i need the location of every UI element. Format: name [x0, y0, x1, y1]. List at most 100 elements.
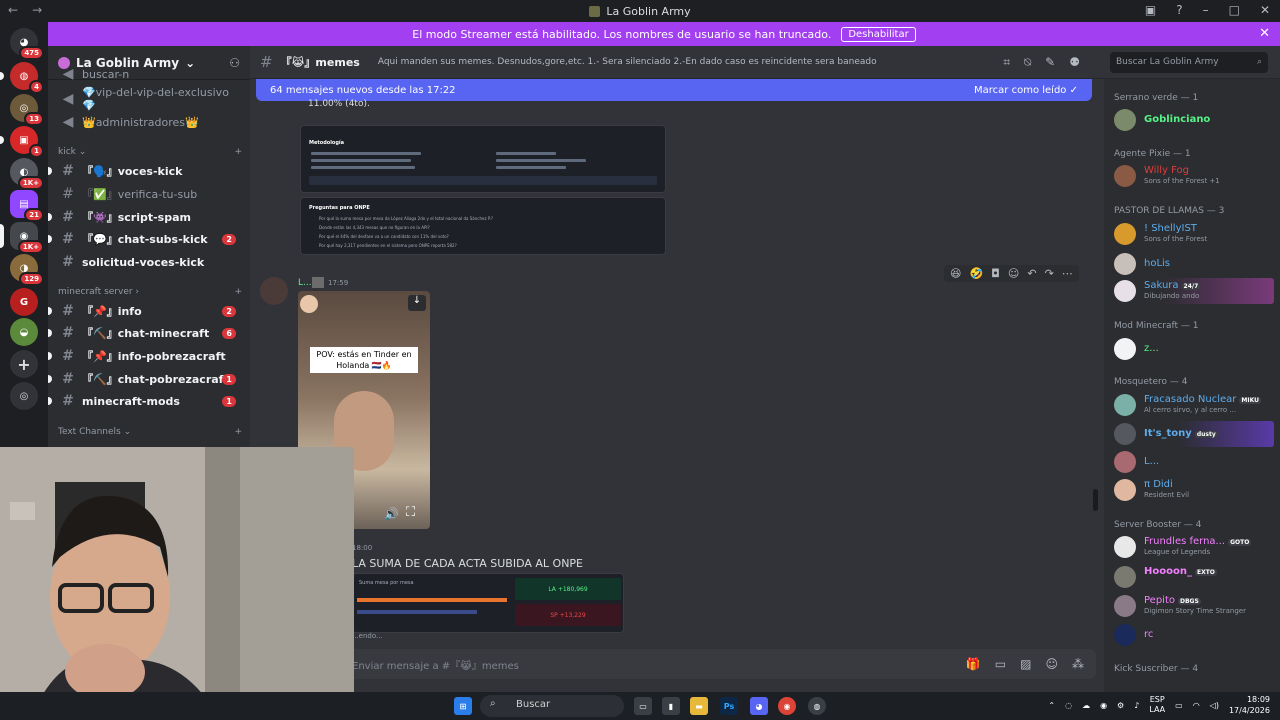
category-text-channels[interactable]: Text Channels ⌄ + [58, 427, 242, 437]
chrome-icon[interactable]: ◉ [778, 697, 796, 715]
task-view-icon[interactable]: ▭ [634, 697, 652, 715]
maximize-icon[interactable]: □ [1229, 3, 1240, 17]
apps-icon[interactable]: ⁂ [1072, 657, 1084, 671]
minimize-icon[interactable]: – [1203, 3, 1209, 17]
questions-card[interactable]: Preguntas para ONPE Por qué la suma mesa… [300, 197, 666, 255]
taskbar-search[interactable]: ⌕ Buscar [480, 695, 624, 717]
server-icon[interactable]: ◎ 13 [10, 94, 44, 126]
microphone-icon[interactable]: ♪ [1134, 701, 1139, 710]
member-item[interactable]: It's_tony dusty [1114, 421, 1274, 447]
channel-item[interactable]: # 『📌』info-pobrezacraft [48, 345, 242, 367]
category-kick[interactable]: kick ⌄ + [58, 147, 242, 157]
add-channel-icon[interactable]: + [234, 287, 242, 297]
tray-icon[interactable]: ◌ [1065, 701, 1072, 710]
member-item[interactable]: Fracasado Nuclear MIKU Al cerro sirvo, y a… [1114, 392, 1274, 418]
member-item[interactable]: z... [1114, 336, 1274, 362]
sticker-icon[interactable]: ▨ [1020, 657, 1031, 671]
network-icon[interactable]: ▭ [1175, 701, 1183, 710]
channel-item[interactable]: # 『✅』verifica-tu-sub [56, 183, 242, 205]
discord-taskbar-icon[interactable]: ◕ [750, 697, 768, 715]
scrollbar-thumb[interactable] [1093, 489, 1098, 511]
member-item[interactable]: rc [1114, 622, 1274, 648]
reply-icon[interactable]: ↶ [1027, 267, 1036, 280]
volume-icon[interactable]: ◁) [1210, 701, 1219, 710]
tray-icon[interactable]: ⚙ [1117, 701, 1124, 710]
channel-item[interactable]: # solicitud-voces-kick [56, 251, 242, 273]
channel-item[interactable]: # minecraft-mods 1 [48, 390, 242, 412]
emoji-icon[interactable]: ☺ [1045, 657, 1058, 671]
help-icon[interactable]: ? [1176, 3, 1182, 17]
member-item[interactable]: Pepito DBGS Digimon Story Time Stranger [1114, 593, 1274, 619]
reaction-emoji-icon[interactable]: 🤣 [969, 267, 983, 280]
member-item[interactable]: Goblinciano [1114, 107, 1274, 133]
language-indicator[interactable]: ESP LAA [1149, 695, 1165, 715]
download-icon[interactable]: ↓ [408, 295, 426, 311]
fullscreen-icon[interactable]: ⛶ [406, 505, 415, 520]
search-input[interactable]: Buscar La Goblin Army ⌕ [1110, 52, 1268, 73]
twitch-server-icon[interactable]: ▤ 21 [10, 190, 44, 222]
tray-icon[interactable]: ◉ [1100, 701, 1107, 710]
add-reaction-icon[interactable]: ☺ [1008, 267, 1019, 280]
server-icon[interactable]: ◍ 4 [0, 62, 44, 94]
message-input[interactable]: Enviar mensaje a #『😹』memes 🎁 ▭ ▨ ☺ ⁂ [260, 649, 1096, 679]
back-arrow-icon[interactable]: ← [8, 3, 18, 17]
member-item[interactable]: Willy Fog Sons of the Forest +1 [1114, 163, 1274, 189]
member-item[interactable]: hoLis [1114, 251, 1274, 277]
file-explorer-icon[interactable]: ▬ [690, 697, 708, 715]
channel-item[interactable]: # 『💬』chat-subs-kick 2 [48, 228, 242, 250]
app-icon[interactable]: ▮ [662, 697, 680, 715]
disable-streamer-button[interactable]: Deshabilitar [841, 26, 916, 42]
dm-home-icon[interactable]: ◕ 475 [10, 28, 44, 60]
member-item[interactable]: Hoooon_ EXTO [1114, 564, 1274, 590]
avatar[interactable] [260, 277, 288, 305]
server-icon[interactable]: G [10, 288, 38, 316]
threads-icon[interactable]: ⌗ [1003, 55, 1010, 70]
channel-item[interactable]: # 『🗣️』voces-kick [48, 160, 242, 182]
close-window-icon[interactable]: ✕ [1260, 3, 1270, 17]
close-banner-icon[interactable]: ✕ [1259, 26, 1270, 41]
channel-item[interactable]: ◀ buscar-n [56, 68, 242, 80]
mute-bell-icon[interactable]: ⍉ [1024, 55, 1031, 70]
channel-item[interactable]: ◀ 👑administradores👑 [56, 111, 242, 133]
member-item[interactable]: Sakura 24/7 Dibujando ando [1114, 278, 1274, 304]
member-item[interactable]: L... [1114, 449, 1274, 475]
mark-read-button[interactable]: Marcar como leído ✓ [974, 85, 1078, 96]
channel-item[interactable]: ◀ 💎vip-del-vip-del-exclusivo💎 [56, 86, 242, 112]
inbox-icon[interactable]: ▣ [1145, 3, 1156, 17]
gif-icon[interactable]: ▭ [995, 657, 1006, 671]
add-server-icon[interactable]: + [10, 350, 38, 378]
gift-icon[interactable]: 🎁 [966, 657, 981, 671]
add-channel-icon[interactable]: + [234, 427, 242, 437]
message-author[interactable]: L... [298, 278, 312, 288]
clock[interactable]: 18:09 17/4/2026 [1229, 694, 1270, 716]
server-icon[interactable]: ◐ 1K+ [10, 158, 44, 190]
member-item[interactable]: Frundles ferna... GOTO League of Legends [1114, 534, 1274, 560]
add-channel-icon[interactable]: + [234, 147, 242, 157]
chevron-up-icon[interactable]: ⌃ [1048, 701, 1055, 710]
channel-item[interactable]: # 『👾』script-spam [48, 206, 242, 228]
windows-start-icon[interactable]: ⊞ [454, 697, 472, 715]
methodology-card[interactable]: Metodología [300, 125, 666, 193]
discover-icon[interactable]: ◎ [10, 382, 38, 410]
server-icon[interactable]: ◒ [10, 318, 38, 346]
forward-icon[interactable]: ↷ [1045, 267, 1054, 280]
category-minecraft[interactable]: minecraft server › + [58, 287, 242, 297]
channel-item[interactable]: # 『⛏️』chat-pobrezacraft 1 [48, 368, 242, 390]
new-messages-bar[interactable]: 64 mensajes nuevos desde las 17:22 Marca… [256, 79, 1092, 101]
member-item[interactable]: π Didi Resident Evil [1114, 477, 1274, 503]
app-icon[interactable]: ◍ [808, 697, 826, 715]
reaction-emoji-icon[interactable]: ◘ [991, 267, 1000, 280]
more-icon[interactable]: ⋯ [1062, 267, 1073, 280]
channel-item[interactable]: # 『⛏️』chat-minecraft 6 [48, 322, 242, 344]
wifi-icon[interactable]: ◠ [1193, 701, 1200, 710]
server-icon[interactable]: ◑ 129 [10, 254, 44, 286]
image-attachment[interactable]: Suma mesa por mesa LA +180,969 SP +13,22… [352, 573, 624, 633]
forward-arrow-icon[interactable]: → [32, 3, 42, 17]
photoshop-icon[interactable]: Ps [720, 697, 738, 715]
server-icon[interactable]: ◉ 1K+ [0, 222, 44, 254]
server-icon[interactable]: ▣ 1 [0, 126, 44, 158]
reaction-emoji-icon[interactable]: 😆 [950, 267, 961, 280]
tray-icon[interactable]: ☁ [1082, 701, 1090, 710]
volume-icon[interactable]: 🔊 [384, 507, 399, 521]
pin-icon[interactable]: ✎ [1045, 55, 1055, 70]
